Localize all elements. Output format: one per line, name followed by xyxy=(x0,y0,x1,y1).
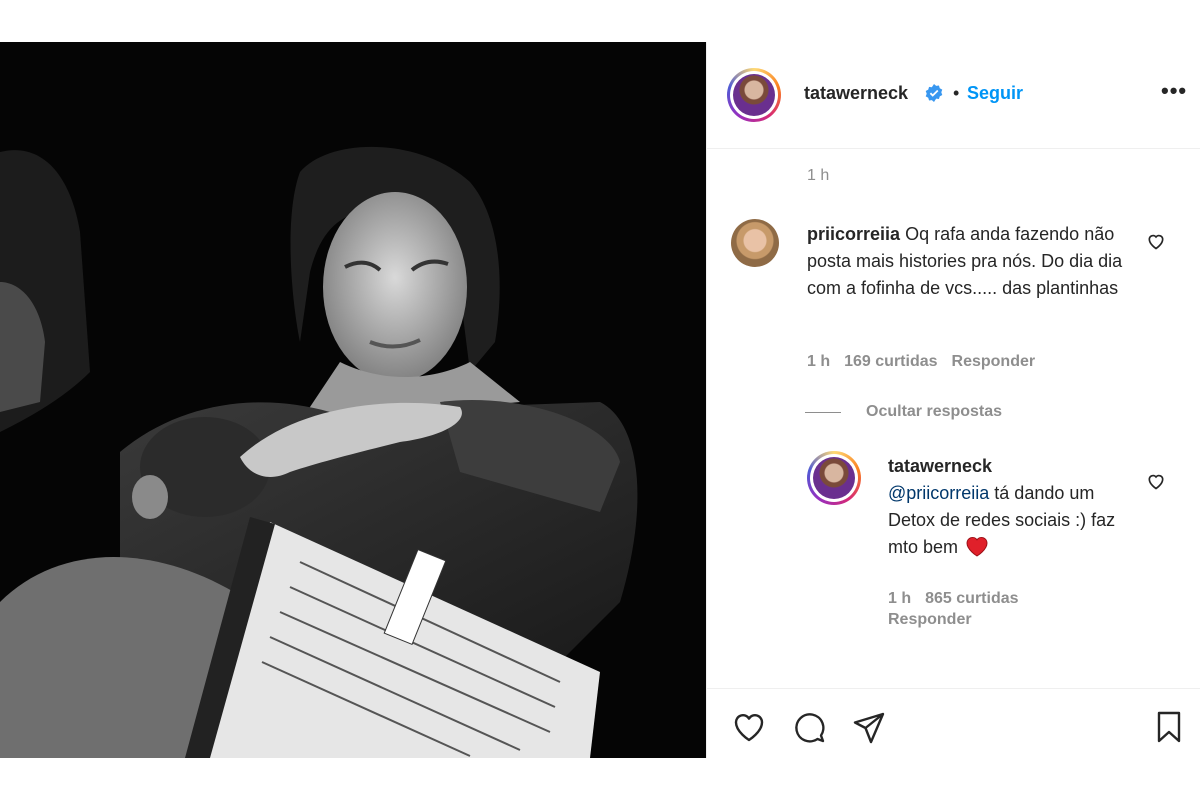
hide-replies-button[interactable]: Ocultar respostas xyxy=(866,403,1002,421)
comment-meta: 1 h 169 curtidas Responder xyxy=(807,353,1049,371)
commenter-username[interactable]: priicorreiia xyxy=(807,224,900,244)
heart-icon[interactable] xyxy=(1146,231,1166,251)
reply-likes[interactable]: 865 curtidas xyxy=(925,590,1018,607)
header-separator: • xyxy=(953,83,960,103)
heart-icon[interactable] xyxy=(731,709,767,745)
red-heart-emoji-icon xyxy=(966,536,988,557)
reply-text: tatawerneck @priicorreiia tá dando um De… xyxy=(888,453,1138,561)
comment-likes[interactable]: 169 curtidas xyxy=(844,353,937,370)
comment-time: 1 h xyxy=(807,353,831,370)
reply-time: 1 h xyxy=(888,590,912,607)
caption-time: 1 h xyxy=(807,167,830,184)
more-options-icon[interactable]: ••• xyxy=(1161,78,1187,104)
post-side-panel: tatawerneck • Seguir ••• 1 h priicorreii… xyxy=(706,42,1200,758)
reply-meta: 1 h 865 curtidas xyxy=(888,590,1033,608)
post-header: tatawerneck • Seguir ••• xyxy=(707,42,1200,149)
commenter-avatar[interactable] xyxy=(731,219,779,267)
post-photo[interactable] xyxy=(0,42,706,758)
author-avatar[interactable] xyxy=(727,68,781,122)
comment-text: priicorreiia Oq rafa anda fazendo não po… xyxy=(807,221,1137,302)
author-username[interactable]: tatawerneck xyxy=(804,83,908,104)
hide-replies-line xyxy=(805,412,841,413)
verified-icon xyxy=(925,84,943,102)
follow-button[interactable]: Seguir xyxy=(967,83,1023,104)
reply-author-avatar[interactable] xyxy=(807,451,861,505)
heart-icon[interactable] xyxy=(1146,471,1166,491)
bookmark-icon[interactable] xyxy=(1151,709,1187,745)
reply-mention[interactable]: @priicorreiia xyxy=(888,483,989,503)
reply-reply-button[interactable]: Responder xyxy=(888,611,972,628)
comments-list[interactable]: 1 h priicorreiia Oq rafa anda fazendo nã… xyxy=(707,149,1200,688)
reply-username[interactable]: tatawerneck xyxy=(888,456,992,476)
share-icon[interactable] xyxy=(851,709,887,745)
post-actions-bar xyxy=(707,688,1200,758)
reply-meta-2: Responder xyxy=(888,611,986,629)
comment-icon[interactable] xyxy=(791,709,827,745)
reply-button[interactable]: Responder xyxy=(952,353,1036,370)
post-photo-illustration xyxy=(0,42,706,758)
